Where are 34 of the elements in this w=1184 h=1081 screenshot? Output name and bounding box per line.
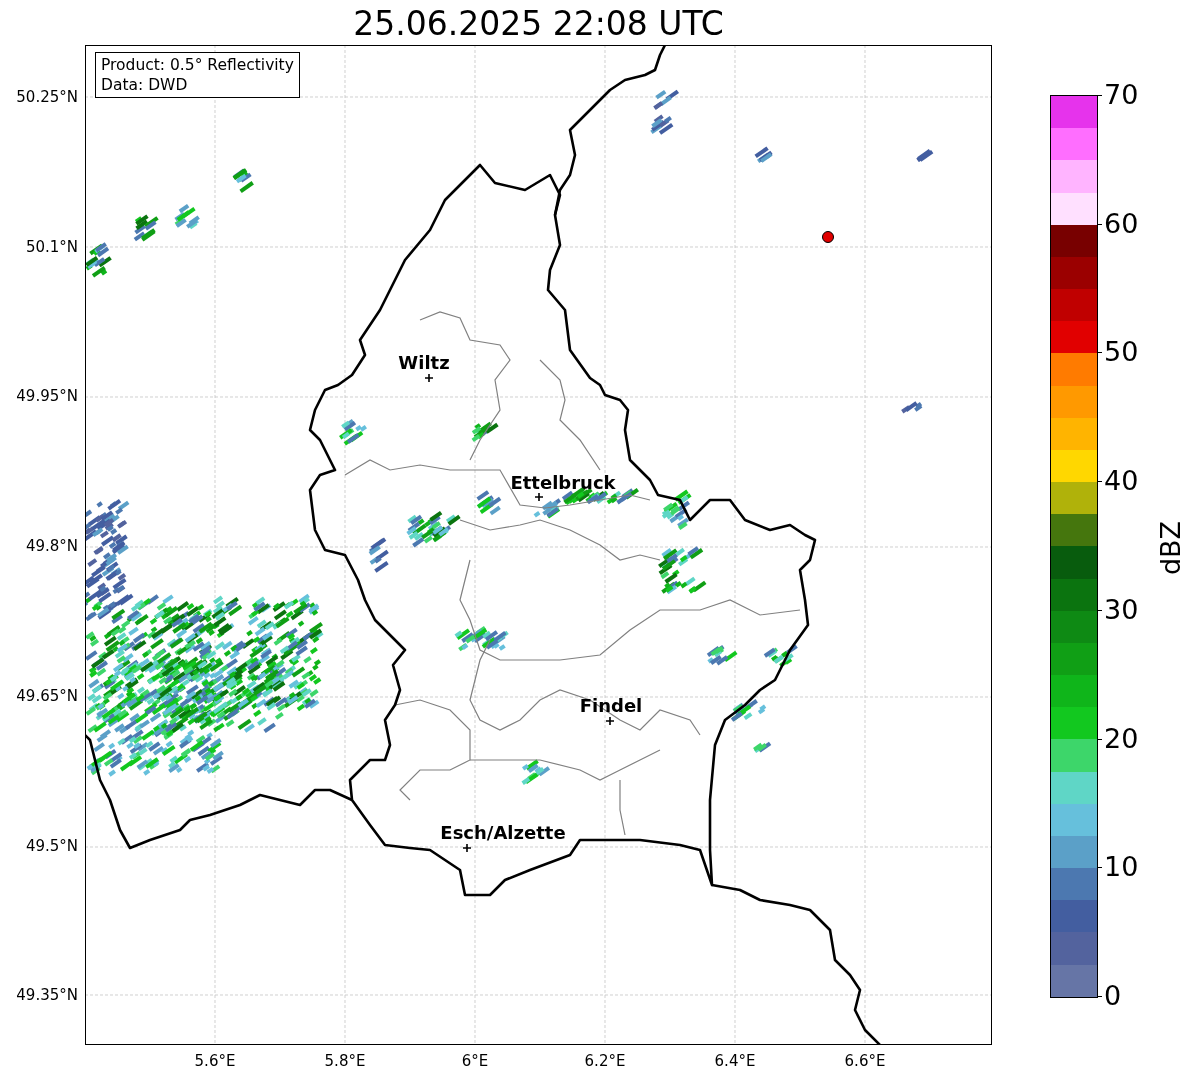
- latitude-label: 50.1°N: [25, 237, 78, 256]
- colorbar-tick-label: 70: [1104, 80, 1139, 110]
- city-label: Wiltz: [398, 351, 450, 373]
- info-text: Data: DWD: [101, 75, 189, 95]
- city-marker-icon: [606, 717, 614, 725]
- city-marker-icon: [535, 493, 543, 501]
- latitude-label: 49.5°N: [25, 836, 78, 855]
- city-label: Findel: [579, 694, 643, 716]
- info-text: Product: 0.5° Reflectivity: [101, 55, 294, 75]
- colorbar-tick-label: 10: [1104, 852, 1139, 883]
- longitude-label: 6.6°E: [844, 1052, 886, 1070]
- latitude-label: 49.35°N: [16, 986, 78, 1005]
- longitude-label: 6°E: [461, 1052, 489, 1070]
- city-marker-icon: [425, 374, 433, 382]
- longitude-label: 6.2°E: [584, 1052, 626, 1070]
- colorbar-label: dBZ: [1154, 520, 1184, 576]
- colorbar-tick-label: 50: [1104, 337, 1139, 368]
- latitude-label: 49.95°N: [16, 387, 78, 406]
- city-marker-icon: [463, 844, 471, 852]
- city-label: Ettelbruck: [510, 471, 616, 493]
- longitude-label: 6.4°E: [714, 1052, 756, 1070]
- station-marker: [822, 231, 834, 243]
- colorbar-tick-label: 60: [1104, 208, 1139, 239]
- latitude-label: 50.25°N: [16, 88, 78, 106]
- latitude-label: 49.8°N: [25, 537, 78, 556]
- latitude-label: 49.65°N: [16, 686, 78, 705]
- colorbar-tick-label: 0: [1104, 981, 1122, 1011]
- longitude-label: 5.8°E: [324, 1052, 366, 1070]
- city-label: Esch/Alzette: [440, 821, 566, 843]
- chart-title: 25.06.2025 22:08 UTC: [352, 4, 725, 44]
- colorbar-tick-label: 20: [1104, 723, 1139, 754]
- colorbar-tick-label: 30: [1104, 594, 1139, 625]
- colorbar-tick-label: 40: [1104, 466, 1139, 497]
- longitude-label: 5.6°E: [194, 1052, 236, 1070]
